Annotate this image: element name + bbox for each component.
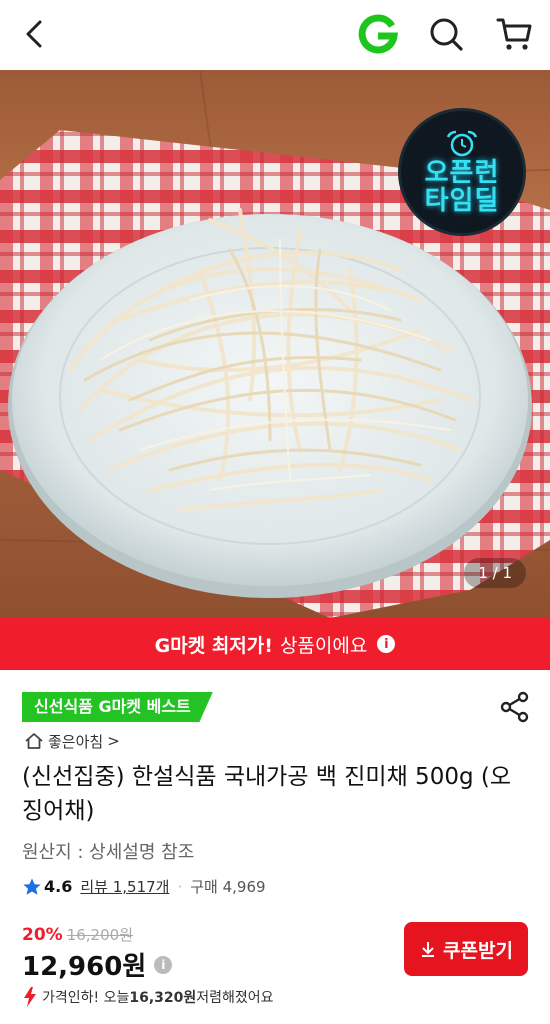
best-tag: 신선식품 G마켓 베스트 (22, 692, 213, 722)
get-coupon-button[interactable]: 쿠폰받기 (404, 922, 528, 976)
coupon-label: 쿠폰받기 (443, 939, 513, 962)
star-icon (23, 878, 41, 895)
cart-icon[interactable] (494, 14, 534, 54)
price-row: 12,960원 i (22, 946, 173, 983)
review-count-link[interactable]: 리뷰 1,517개 (80, 876, 169, 897)
search-icon[interactable] (426, 14, 466, 54)
badge-line-2: 타임딜 (424, 186, 500, 216)
image-pager: 1 / 1 (464, 558, 526, 588)
separator: · (177, 877, 183, 896)
product-title: (신선집중) 한설식품 국내가공 백 진미채 500g (오징어채) (22, 764, 512, 824)
rating-score: 4.6 (44, 877, 73, 896)
badge-line-1: 오픈런 (424, 158, 500, 188)
top-bar (0, 0, 550, 70)
share-icon[interactable] (498, 690, 532, 724)
price-down-prefix: 가격인하! 오늘 (42, 990, 130, 1006)
origin-info: 원산지 : 상세설명 참조 (22, 842, 195, 863)
promo-bold-text: G마켓 최저가! (154, 634, 273, 657)
sale-price: 12,960원 (22, 952, 147, 982)
home-icon (25, 733, 43, 749)
download-icon (422, 942, 435, 957)
chevron-left-icon[interactable] (18, 16, 54, 52)
gmarket-logo-icon[interactable] (356, 12, 400, 56)
store-name: 좋은아침 (48, 732, 104, 751)
price-down-suffix: 저렴해졌어요 (196, 990, 274, 1006)
price-info-icon[interactable]: i (154, 955, 173, 974)
discount-rate: 20% (22, 925, 63, 945)
product-image[interactable]: 오픈런 타임딜 1 / 1 (0, 70, 550, 618)
chevron-right-icon: > (107, 732, 120, 750)
open-run-timedeal-badge: 오픈런 타임딜 (398, 108, 526, 236)
store-link[interactable]: 좋은아침 > (24, 730, 120, 752)
discount-row: 20% 16,200원 (22, 924, 133, 945)
price-down-amount: 16,320원 (129, 990, 197, 1006)
original-price: 16,200원 (66, 926, 133, 944)
info-icon[interactable]: i (377, 635, 396, 653)
lowest-price-banner[interactable]: G마켓 최저가! 상품이에요 i (0, 618, 550, 670)
promo-text: 상품이에요 (279, 634, 368, 657)
alarm-clock-icon (446, 130, 478, 157)
purchase-count: 구매 4,969 (190, 878, 266, 896)
price-down-notice: 가격인하! 오늘 16,320원 저렴해졌어요 (22, 986, 274, 1008)
rating-row: 4.6 리뷰 1,517개 · 구매 4,969 (22, 876, 266, 897)
lightning-icon (24, 987, 36, 1007)
